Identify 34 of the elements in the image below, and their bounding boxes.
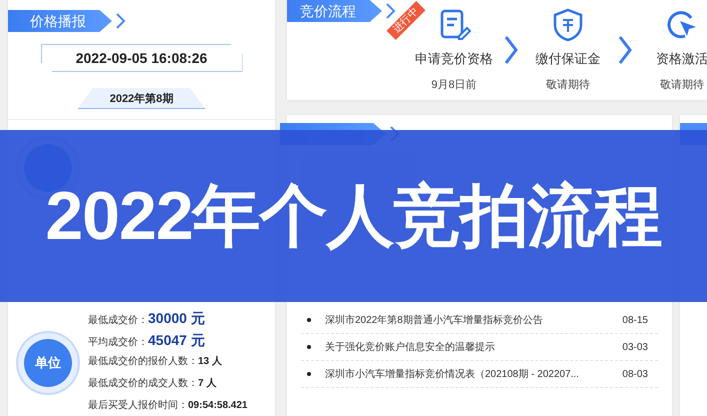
notice-link[interactable]: 关于强化竞价账户信息安全的温馨提示: [325, 340, 622, 354]
chevron-icon: [618, 35, 632, 65]
notice-date: 08-15: [622, 314, 648, 326]
notice-date: 08-03: [622, 368, 648, 380]
notice-date: 03-03: [622, 342, 648, 352]
unit-badge: 单位: [24, 339, 72, 387]
stat-label: 最低成交价：: [88, 314, 148, 327]
notice-link[interactable]: 深圳市小汽车增量指标竞价情况表（202108期 - 202207...: [325, 367, 622, 381]
stat-label: 平均成交价：: [88, 336, 148, 349]
bullet-icon: [307, 318, 311, 322]
stat-value: 09:54:58.421: [188, 400, 248, 411]
stat-value: 30000 元: [148, 310, 205, 328]
shield-icon: [551, 8, 585, 42]
step-label: 申请竞价资格: [415, 50, 493, 68]
step-label: 缴付保证金: [536, 50, 600, 68]
stat-label: 最低成交价的报价人数：: [88, 354, 198, 368]
step-note: 敬请期待: [546, 78, 590, 92]
notice-link[interactable]: 深圳市2022年第8期普通小汽车增量指标竞价公告: [325, 313, 622, 327]
section-tag: 价格播报: [8, 10, 112, 32]
chevron-icon: [504, 35, 518, 65]
banner-title: 2022年个人竞拍流程: [45, 176, 662, 256]
status-ribbon: 进行中: [386, 1, 426, 40]
datetime-label: 2022-09-05 16:08:26: [40, 44, 242, 72]
stat-value: 13 人: [198, 354, 222, 368]
stat-label: 最后买受人报价时间：: [88, 398, 188, 412]
step-note: 9月8日前: [431, 78, 477, 92]
bullet-icon: [307, 345, 311, 349]
bullet-icon: [307, 372, 311, 376]
period-label: 2022年第8期: [78, 88, 206, 109]
step-note: 敬请期待: [660, 78, 704, 92]
section-tag: 竞价流程: [287, 0, 382, 22]
stat-value: 45047 元: [148, 332, 205, 350]
stat-value: 7 人: [198, 376, 216, 390]
stat-label: 最低成交价的成交人数：: [88, 376, 198, 390]
